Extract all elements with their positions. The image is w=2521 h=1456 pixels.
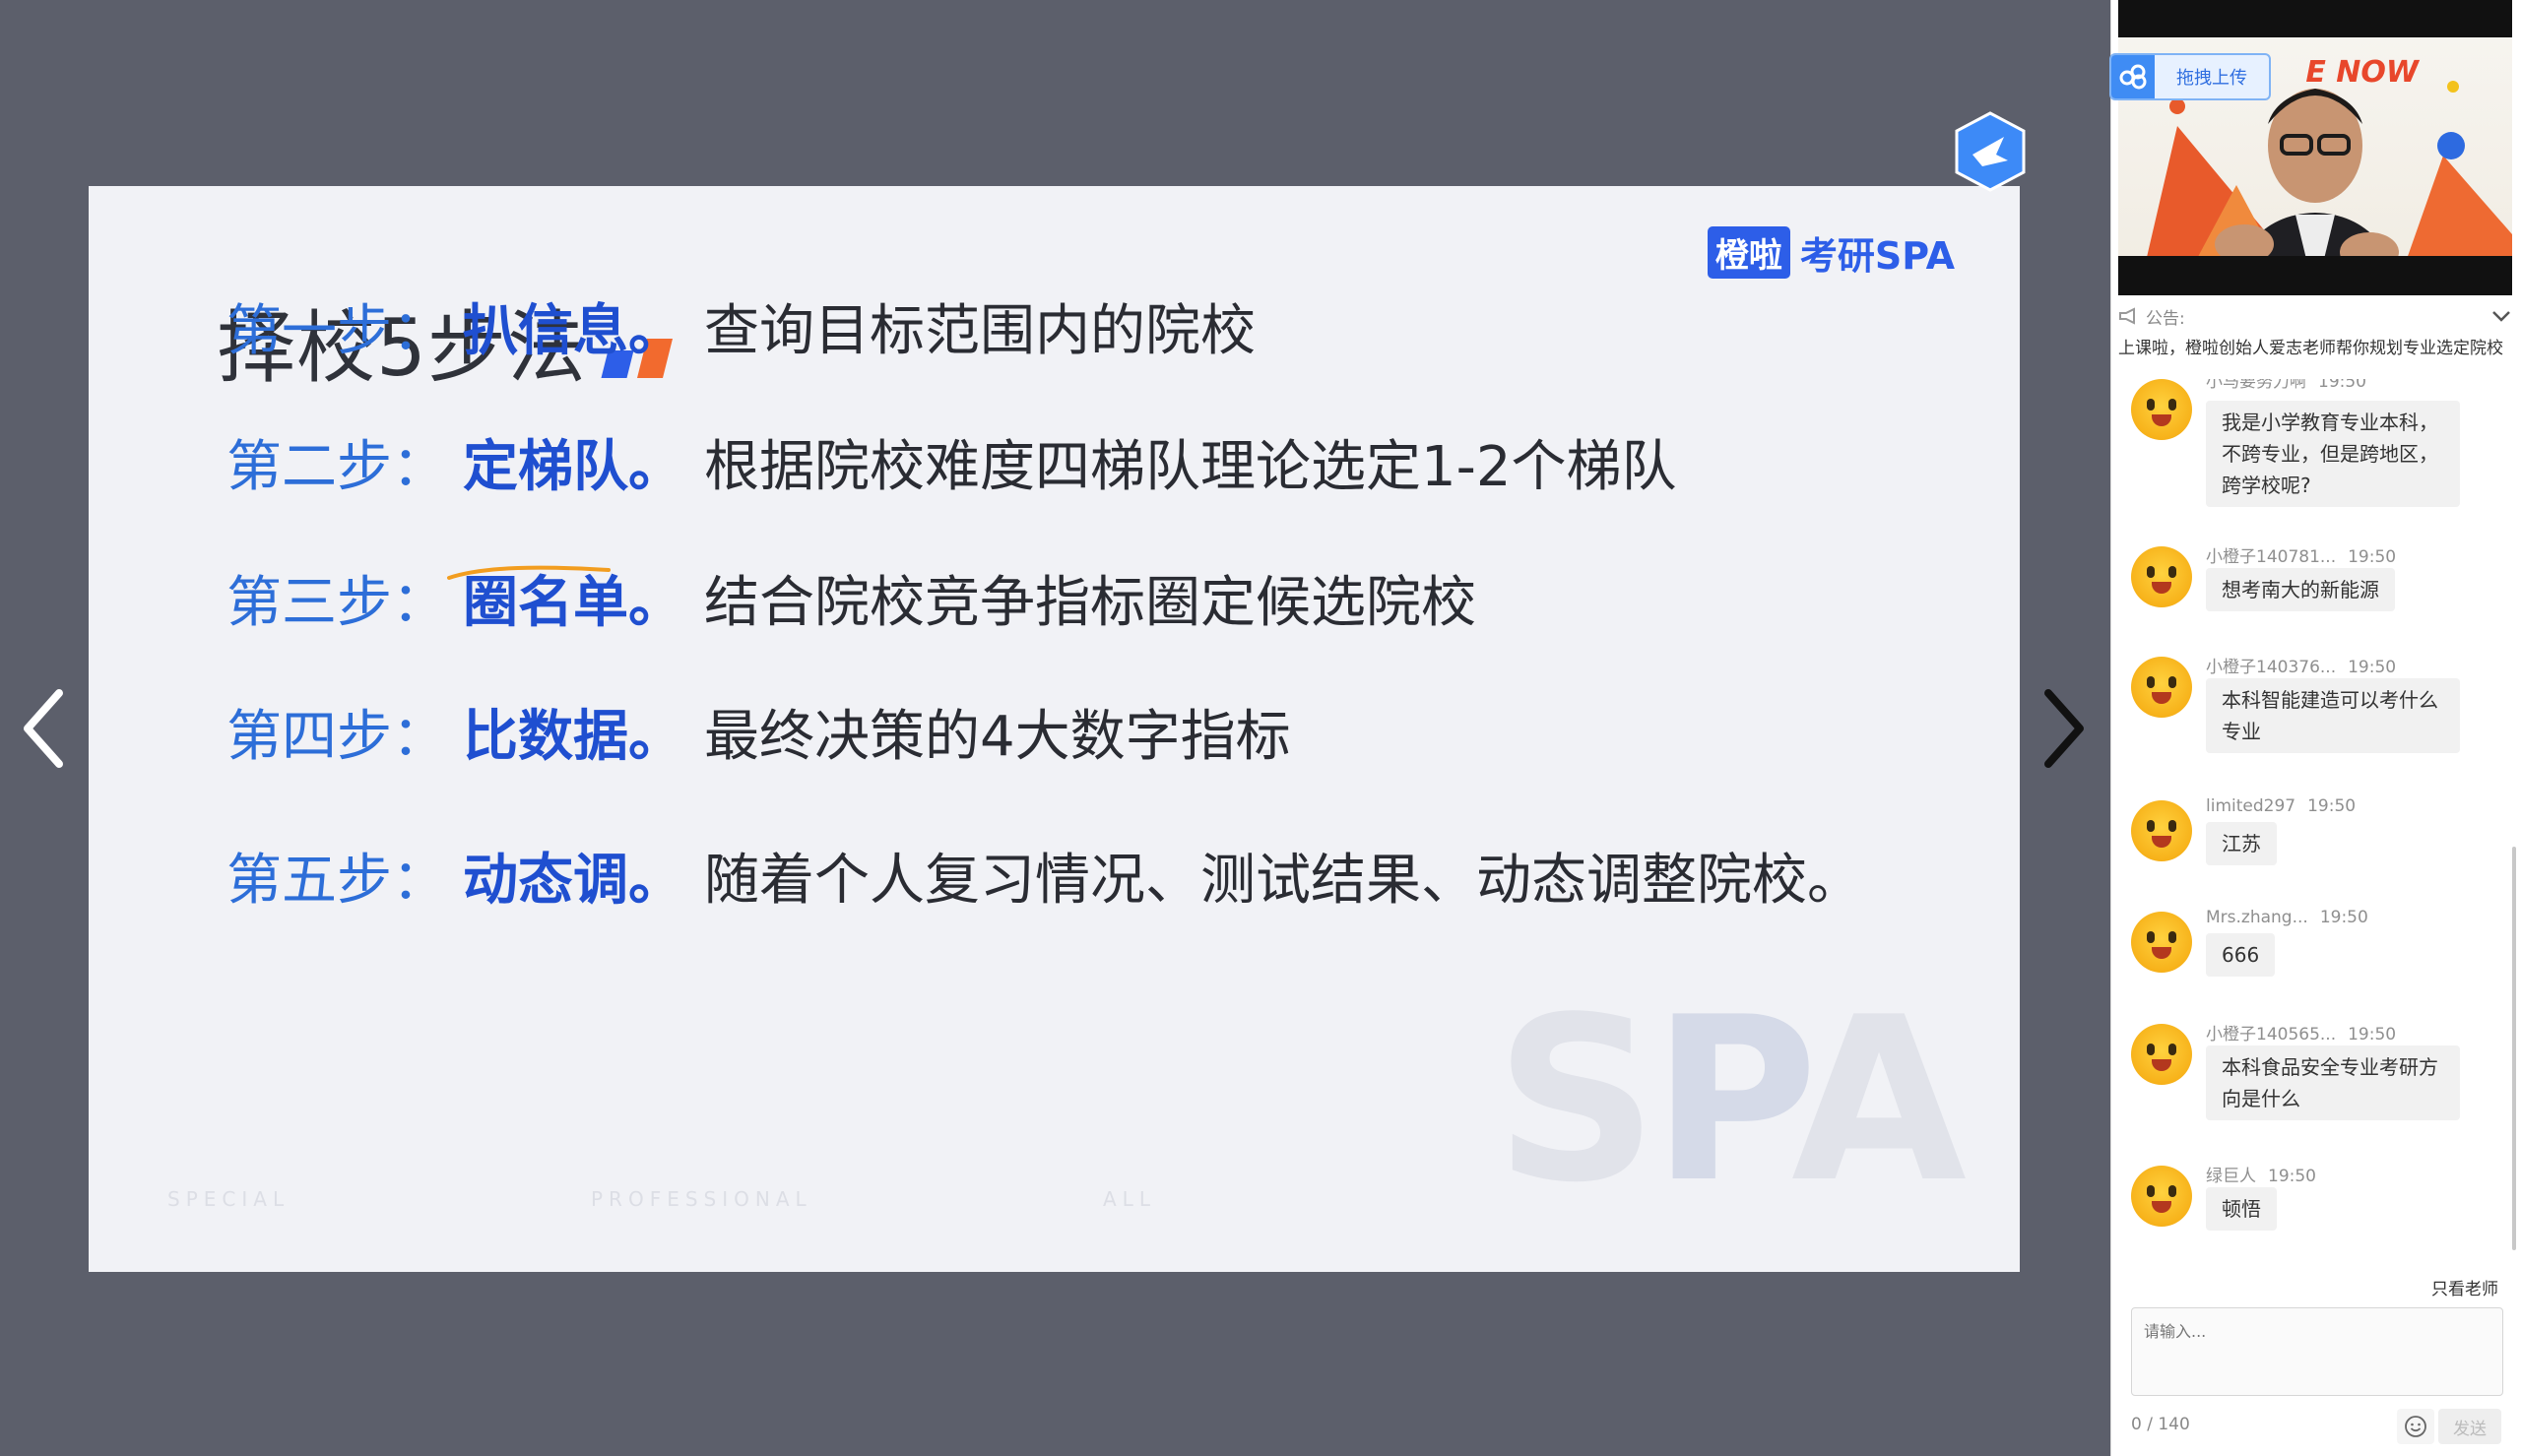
only-teacher-toggle[interactable]: 只看老师 (2431, 1275, 2498, 1299)
step-keyword: 比数据。 (463, 704, 683, 769)
teacher-video: E NOW (2118, 0, 2512, 295)
step-description: 随着个人复习情况、测试结果、动态调整院校。 (704, 848, 1862, 913)
step-row-4: 第四步： 比数据。 最终决策的4大数字指标 (226, 692, 1291, 771)
step-description: 结合院校竞争指标圈定候选院校 (704, 570, 1476, 635)
message-time: 19:50 (2318, 379, 2366, 392)
step-row-3: 第三步： 圈名单。 结合院校竞争指标圈定候选院校 (226, 558, 1476, 637)
username: 小橙子140565... (2206, 1025, 2337, 1045)
step-label: 第五步： (226, 848, 447, 913)
brand-box: 橙啦 (1707, 226, 1790, 279)
message-time: 19:50 (2348, 547, 2397, 567)
bird-logo-icon (1955, 111, 2026, 192)
avatar (2131, 379, 2192, 440)
upload-button[interactable]: 拖拽上传 (2109, 53, 2271, 100)
announcement-label: 公告: (2146, 308, 2185, 329)
username: Mrs.zhang... (2206, 908, 2308, 927)
step-row-5: 第五步： 动态调。 随着个人复习情况、测试结果、动态调整院校。 (226, 836, 1862, 915)
message-text: 顿悟 (2206, 1187, 2277, 1231)
footer-word: SPECIAL (167, 1187, 291, 1211)
upload-label: 拖拽上传 (2176, 68, 2247, 89)
brand-logo: 橙啦 考研SPA (1707, 225, 1955, 280)
username: 小橙子140376... (2206, 658, 2337, 677)
megaphone-icon (2119, 307, 2135, 325)
step-label: 第三步： (226, 570, 447, 635)
chat-scrollbar[interactable] (2512, 847, 2516, 1250)
step-row-2: 第二步： 定梯队。 根据院校难度四梯队理论选定1-2个梯队 (226, 422, 1676, 501)
cloud-upload-icon (2111, 55, 2155, 98)
smiley-icon (2405, 1416, 2426, 1437)
chat-input[interactable] (2131, 1307, 2503, 1396)
watermark-letter: A (1790, 970, 1967, 1233)
message-time: 19:50 (2348, 1025, 2397, 1045)
avatar (2131, 1024, 2192, 1085)
avatar (2131, 546, 2192, 607)
chat-message: 小马要努力啊 19:50 我是小学教育专业本科，不跨专业，但是跨地区，跨学校呢? (2131, 379, 2495, 527)
message-text: 江苏 (2206, 822, 2277, 865)
watermark-letter: P (1651, 970, 1797, 1233)
watermark-letter: S (1494, 970, 1658, 1233)
avatar (2131, 800, 2192, 861)
step-description: 最终决策的4大数字指标 (704, 704, 1291, 769)
spa-watermark: SPA (1494, 970, 1967, 1233)
step-description: 根据院校难度四梯队理论选定1-2个梯队 (704, 434, 1677, 499)
step-keyword: 动态调。 (463, 848, 683, 913)
step-description: 查询目标范围内的院校 (704, 298, 1256, 363)
chevron-down-icon[interactable] (2490, 309, 2512, 323)
message-text: 本科智能建造可以考什么专业 (2206, 678, 2460, 753)
video-banner: E NOW (2305, 55, 2419, 90)
step-label: 第二步： (226, 434, 447, 499)
step-row-1: 第一步： 扒信息。 查询目标范围内的院校 (226, 286, 1256, 365)
message-time: 19:50 (2348, 658, 2397, 677)
announcement-text: 上课啦，橙啦创始人爱志老师帮你规划专业选定院校 (2118, 339, 2503, 358)
presentation-stage: 橙啦 考研SPA 择校5步法 第一步： 扒信息。 查询目标范围内的院校 第二步：… (0, 0, 2109, 1456)
step-keyword: 扒信息。 (463, 298, 683, 363)
footer-word: PROFESSIONAL (591, 1187, 812, 1211)
chat-sidebar: E NOW 拖拽上传 公告: 上课啦，橙啦创始人爱志老师帮你规划专业选定院校 小… (2109, 0, 2521, 1456)
username: limited297 (2206, 796, 2296, 816)
message-time: 19:50 (2268, 1167, 2316, 1186)
message-text: 本科食品安全专业考研方向是什么 (2206, 1045, 2460, 1120)
char-count: 0 / 140 (2131, 1415, 2190, 1434)
username: 小马要努力啊 (2206, 379, 2306, 392)
message-time: 19:50 (2307, 796, 2357, 816)
username: 小橙子140781... (2206, 547, 2337, 567)
message-text: 666 (2206, 933, 2276, 977)
message-time: 19:50 (2319, 908, 2368, 927)
avatar (2131, 912, 2192, 973)
video-footer (2118, 256, 2512, 295)
message-text: 想考南大的新能源 (2206, 568, 2395, 611)
step-keyword: 定梯队。 (463, 434, 683, 499)
next-slide-icon[interactable] (2029, 679, 2098, 778)
slide: 橙啦 考研SPA 择校5步法 第一步： 扒信息。 查询目标范围内的院校 第二步：… (89, 186, 2020, 1272)
username: 绿巨人 (2206, 1167, 2256, 1186)
footer-word: ALL (1103, 1187, 1156, 1211)
step-label: 第一步： (226, 298, 447, 363)
emoji-button[interactable] (2397, 1409, 2434, 1444)
brand-text: 考研SPA (1799, 234, 1955, 278)
previous-slide-icon[interactable] (10, 679, 79, 778)
chat-message-list[interactable]: 小马要努力啊 19:50 我是小学教育专业本科，不跨专业，但是跨地区，跨学校呢? … (2111, 379, 2505, 1265)
step-keyword: 圈名单。 (463, 570, 683, 635)
avatar (2131, 1166, 2192, 1227)
message-text: 我是小学教育专业本科，不跨专业，但是跨地区，跨学校呢? (2206, 401, 2460, 507)
avatar (2131, 657, 2192, 718)
step-label: 第四步： (226, 704, 447, 769)
send-button[interactable]: 发送 (2438, 1409, 2501, 1444)
announcement: 公告: 上课啦，橙啦创始人爱志老师帮你规划专业选定院校 (2118, 298, 2512, 371)
